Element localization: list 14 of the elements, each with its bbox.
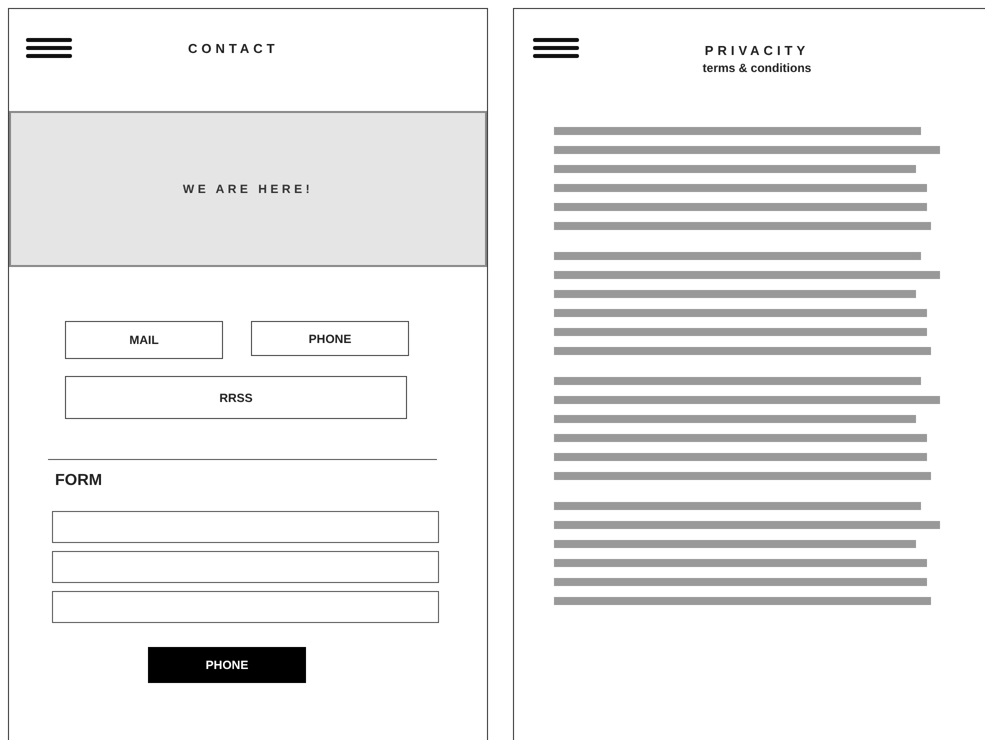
screen-title: CONTACT [188,41,279,56]
input-field[interactable] [52,591,439,623]
mail-button[interactable]: MAIL [65,321,223,359]
menu-icon[interactable] [26,38,72,58]
submit-button[interactable]: PHONE [148,647,306,683]
social-button[interactable]: RRSS [65,376,407,419]
screen-title: PRIVACITY [704,43,810,58]
input-field[interactable] [52,551,439,583]
screen-subtitle: terms & conditions [702,61,812,75]
menu-icon[interactable] [533,38,579,58]
input-field[interactable] [52,511,439,543]
phone-button[interactable]: PHONE [251,321,409,356]
map-label: WE ARE HERE! [182,182,314,196]
form-heading: FORM [55,472,104,490]
